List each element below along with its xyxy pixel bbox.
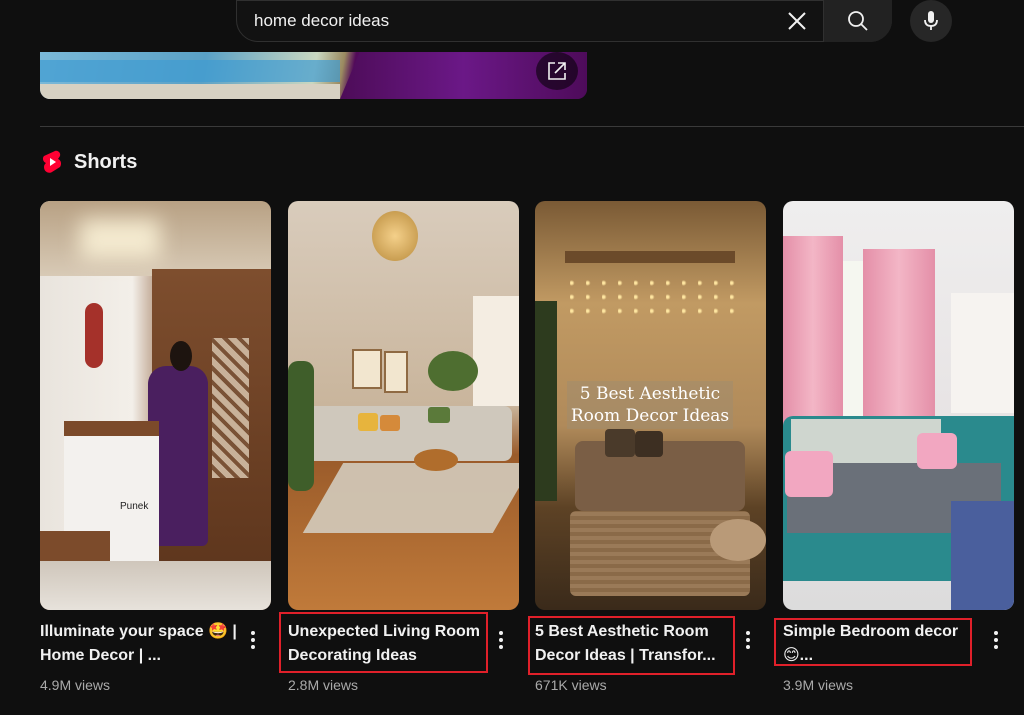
search-button[interactable] <box>823 0 892 42</box>
more-vert-icon <box>251 631 255 649</box>
more-actions-button[interactable] <box>738 628 758 652</box>
short-thumbnail[interactable]: Punek <box>40 201 271 610</box>
curtain <box>783 236 843 426</box>
title-highlight-box <box>279 612 488 673</box>
voice-search-button[interactable] <box>910 0 952 42</box>
short-thumbnail[interactable] <box>288 201 519 610</box>
short-thumbnail[interactable] <box>783 201 1014 610</box>
shorts-section-header: Shorts <box>42 150 137 174</box>
sofa <box>302 406 512 461</box>
ad-banner[interactable] <box>40 52 587 99</box>
more-actions-button[interactable] <box>243 628 263 652</box>
short-title[interactable]: Illuminate your space 🤩 | Home Decor | .… <box>40 620 240 668</box>
shorts-logo-icon <box>42 150 62 173</box>
bed <box>951 501 1014 610</box>
search-box <box>236 0 892 42</box>
more-actions-button[interactable] <box>491 628 511 652</box>
close-icon <box>788 12 806 30</box>
view-count: 671K views <box>535 677 607 693</box>
chandelier <box>372 211 418 261</box>
clear-search-button[interactable] <box>777 1 817 41</box>
more-vert-icon <box>499 631 503 649</box>
search-input[interactable] <box>237 0 777 42</box>
more-vert-icon <box>994 631 998 649</box>
view-count: 2.8M views <box>288 677 359 693</box>
view-count: 4.9M views <box>40 677 111 693</box>
ad-banner-image <box>40 60 340 82</box>
open-ad-button[interactable] <box>536 52 578 90</box>
section-title: Shorts <box>74 150 138 173</box>
fairy-lights <box>570 276 740 316</box>
more-vert-icon <box>746 631 750 649</box>
brand-text: Punek <box>120 501 149 512</box>
more-actions-button[interactable] <box>986 628 1006 652</box>
short-thumbnail[interactable]: 5 Best Aesthetic Room Decor Ideas <box>535 201 766 610</box>
short-card[interactable]: Punek Illuminate your space 🤩 | Home Dec… <box>40 201 271 693</box>
search-icon <box>848 11 868 31</box>
rug <box>302 463 519 533</box>
view-count: 3.9M views <box>783 677 854 693</box>
section-divider <box>40 126 1024 127</box>
title-highlight-box <box>774 618 972 666</box>
thumbnail-overlay-text: 5 Best Aesthetic Room Decor Ideas <box>570 384 730 426</box>
microphone-icon <box>924 11 938 30</box>
external-link-icon <box>548 62 566 80</box>
title-highlight-box <box>528 616 735 675</box>
